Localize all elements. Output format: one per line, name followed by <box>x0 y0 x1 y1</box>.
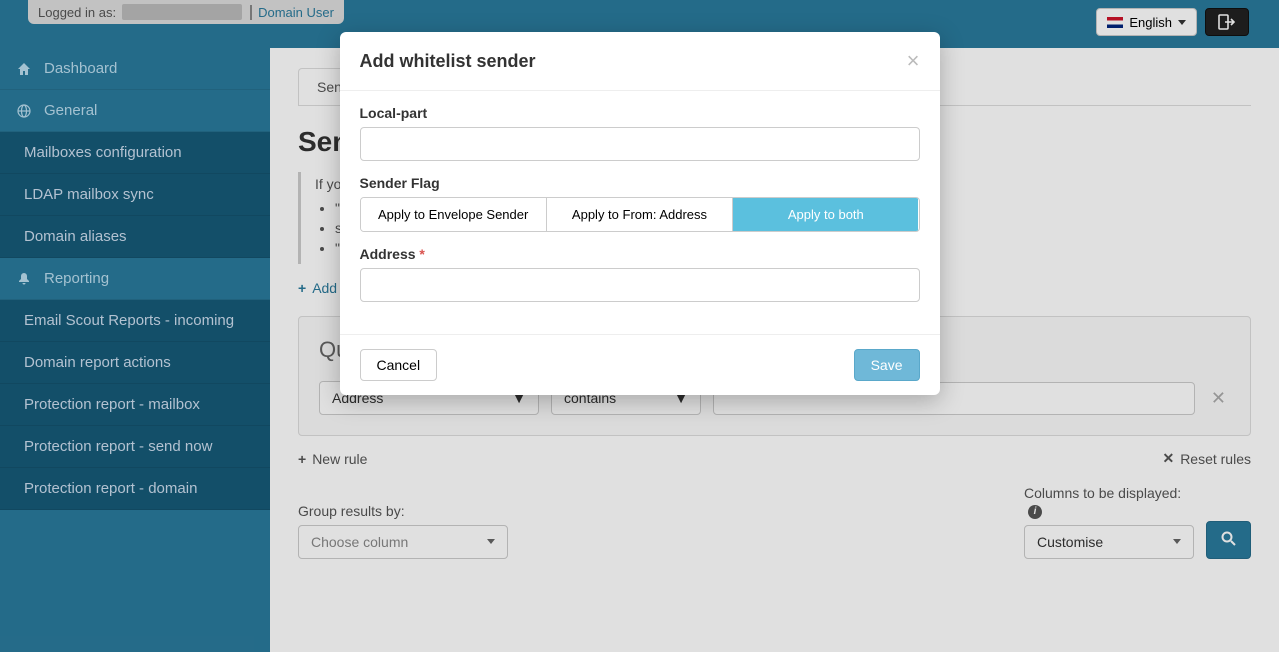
local-part-label: Local-part <box>360 105 920 121</box>
local-part-input[interactable] <box>360 127 920 161</box>
flag-from-button[interactable]: Apply to From: Address <box>547 198 733 231</box>
required-mark: * <box>419 246 424 262</box>
flag-envelope-button[interactable]: Apply to Envelope Sender <box>361 198 547 231</box>
flag-both-button[interactable]: Apply to both <box>733 198 918 231</box>
sender-flag-group: Apply to Envelope Sender Apply to From: … <box>360 197 920 232</box>
modal-body: Local-part Sender Flag Apply to Envelope… <box>340 91 940 334</box>
modal-header: Add whitelist sender × <box>340 32 940 91</box>
address-input[interactable] <box>360 268 920 302</box>
save-button[interactable]: Save <box>854 349 920 381</box>
address-label: Address * <box>360 246 920 262</box>
add-whitelist-modal: Add whitelist sender × Local-part Sender… <box>340 32 940 395</box>
modal-title: Add whitelist sender <box>360 51 536 72</box>
sender-flag-label: Sender Flag <box>360 175 920 191</box>
modal-footer: Cancel Save <box>340 334 940 395</box>
modal-close-button[interactable]: × <box>907 48 920 74</box>
cancel-button[interactable]: Cancel <box>360 349 438 381</box>
